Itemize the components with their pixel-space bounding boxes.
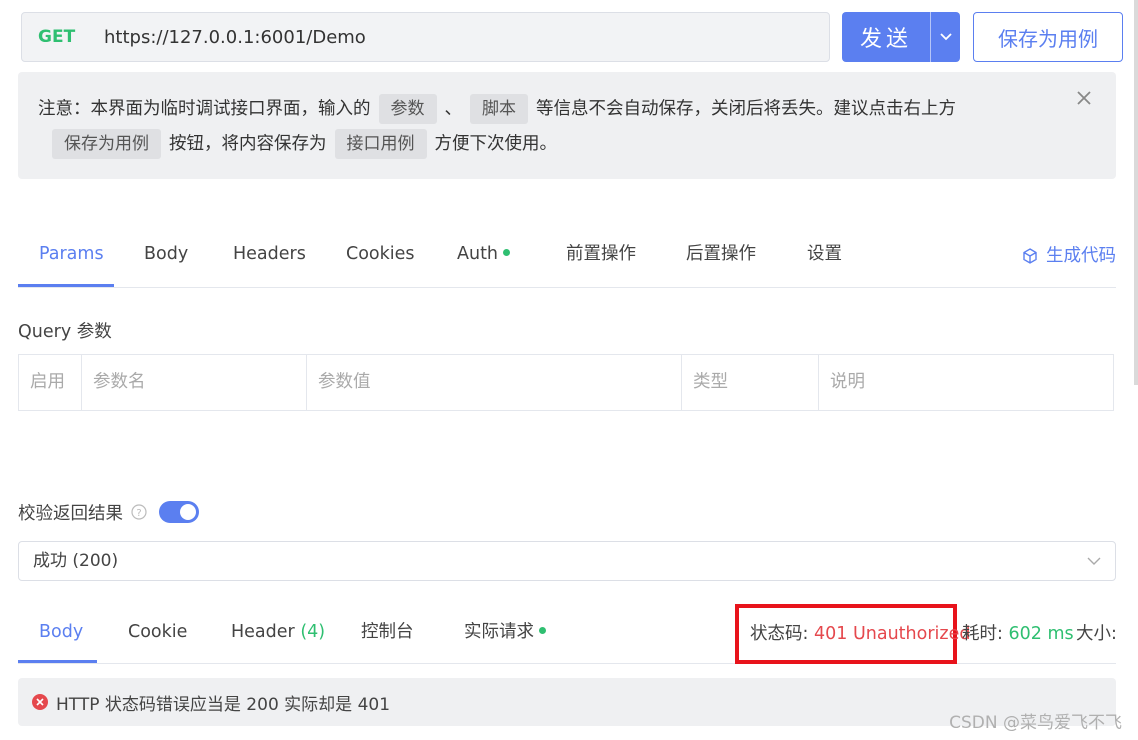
- tab-post-actions[interactable]: 后置操作: [686, 226, 756, 286]
- status-dot: [503, 248, 511, 256]
- query-params-table: 启用 参数名 参数值 类型 说明: [18, 354, 1114, 411]
- send-button-group: 发送: [842, 12, 960, 62]
- status-code-value: 401 Unauthorized: [813, 624, 971, 644]
- notice-text: 按钮，将内容保存为: [169, 134, 327, 154]
- response-tab-cookie[interactable]: Cookie: [128, 606, 187, 662]
- response-tab-header[interactable]: Header (4): [231, 606, 325, 662]
- notice-text: 等信息不会自动保存，关闭后将丢失。建议点击右上方: [536, 99, 956, 119]
- generate-code-button[interactable]: 生成代码: [1022, 226, 1116, 286]
- column-header-param-name[interactable]: 参数名: [82, 355, 307, 410]
- column-header-enabled: 启用: [19, 355, 82, 410]
- active-tab-indicator: [18, 284, 114, 287]
- validate-response-toggle[interactable]: [159, 501, 199, 523]
- active-tab-indicator: [18, 660, 97, 663]
- response-tab-console[interactable]: 控制台: [361, 606, 414, 662]
- tab-auth[interactable]: Auth: [457, 226, 511, 286]
- column-header-param-value[interactable]: 参数值: [307, 355, 682, 410]
- notice-chip-case: 接口用例: [334, 129, 427, 159]
- close-icon[interactable]: [1074, 88, 1094, 108]
- tab-pre-actions[interactable]: 前置操作: [566, 226, 636, 286]
- response-size: 大小:: [1076, 620, 1116, 645]
- response-tab-actual-label: 实际请求: [464, 622, 534, 642]
- notice-text: 方便下次使用。: [434, 134, 558, 154]
- svg-text:?: ?: [136, 508, 141, 519]
- response-time-value: 602 ms: [1008, 624, 1074, 644]
- tab-params[interactable]: Params: [39, 226, 104, 286]
- response-tab-actual-request[interactable]: 实际请求: [464, 606, 546, 662]
- url-input[interactable]: [104, 26, 829, 48]
- response-status: 状态码: 401 Unauthorized: [750, 620, 970, 645]
- status-dot: [539, 626, 546, 634]
- send-dropdown-toggle[interactable]: [930, 12, 960, 62]
- toggle-knob: [180, 504, 196, 520]
- response-case-select[interactable]: 成功 (200): [18, 541, 1116, 581]
- header-count-badge: (4): [300, 622, 326, 642]
- column-header-type[interactable]: 类型: [682, 355, 819, 410]
- cube-icon: [1023, 248, 1037, 264]
- tab-headers[interactable]: Headers: [233, 226, 306, 286]
- notice-chip-script: 脚本: [470, 94, 528, 124]
- response-tab-header-label: Header: [231, 622, 295, 642]
- chevron-down-icon: [1087, 557, 1101, 565]
- scrollbar[interactable]: [1134, 0, 1138, 385]
- column-header-description[interactable]: 说明: [819, 355, 1113, 410]
- response-case-selected: 成功 (200): [33, 551, 119, 571]
- response-tab-body[interactable]: Body: [39, 606, 83, 662]
- notice-text: 注意：本界面为临时调试接口界面，输入的: [38, 99, 371, 119]
- query-params-title: Query 参数: [18, 322, 112, 342]
- tab-settings[interactable]: 设置: [807, 226, 842, 286]
- response-size-label: 大小:: [1076, 624, 1116, 644]
- http-method[interactable]: GET: [22, 27, 104, 47]
- notice-chip-save: 保存为用例: [52, 129, 161, 159]
- response-time-label: 耗时:: [962, 624, 1003, 644]
- error-icon: [32, 694, 48, 710]
- generate-code-label: 生成代码: [1046, 246, 1116, 266]
- response-time: 耗时: 602 ms: [962, 620, 1074, 645]
- tab-cookies[interactable]: Cookies: [346, 226, 415, 286]
- assertion-error-message: HTTP 状态码错误应当是 200 实际却是 401: [56, 694, 391, 715]
- tab-body[interactable]: Body: [144, 226, 188, 286]
- notice-separator: 、: [444, 99, 463, 119]
- save-as-case-button[interactable]: 保存为用例: [973, 12, 1123, 62]
- notice-chip-params: 参数: [378, 94, 437, 124]
- status-code-label: 状态码:: [750, 624, 809, 644]
- notice-banner: 注意：本界面为临时调试接口界面，输入的 参数、脚本 等信息不会自动保存，关闭后将丢失…: [18, 72, 1116, 179]
- validate-response-label: 校验返回结果: [18, 503, 123, 524]
- tab-auth-label: Auth: [457, 244, 499, 264]
- url-bar: GET: [21, 12, 830, 62]
- help-icon[interactable]: ?: [131, 504, 147, 520]
- validate-response-row: 校验返回结果 ?: [18, 497, 199, 527]
- send-button[interactable]: 发送: [842, 12, 930, 62]
- chevron-down-icon: [939, 33, 952, 41]
- request-tabs: Params Body Headers Cookies Auth 前置操作 后置…: [18, 226, 1116, 288]
- watermark: CSDN @菜鸟爱飞不飞: [949, 713, 1122, 733]
